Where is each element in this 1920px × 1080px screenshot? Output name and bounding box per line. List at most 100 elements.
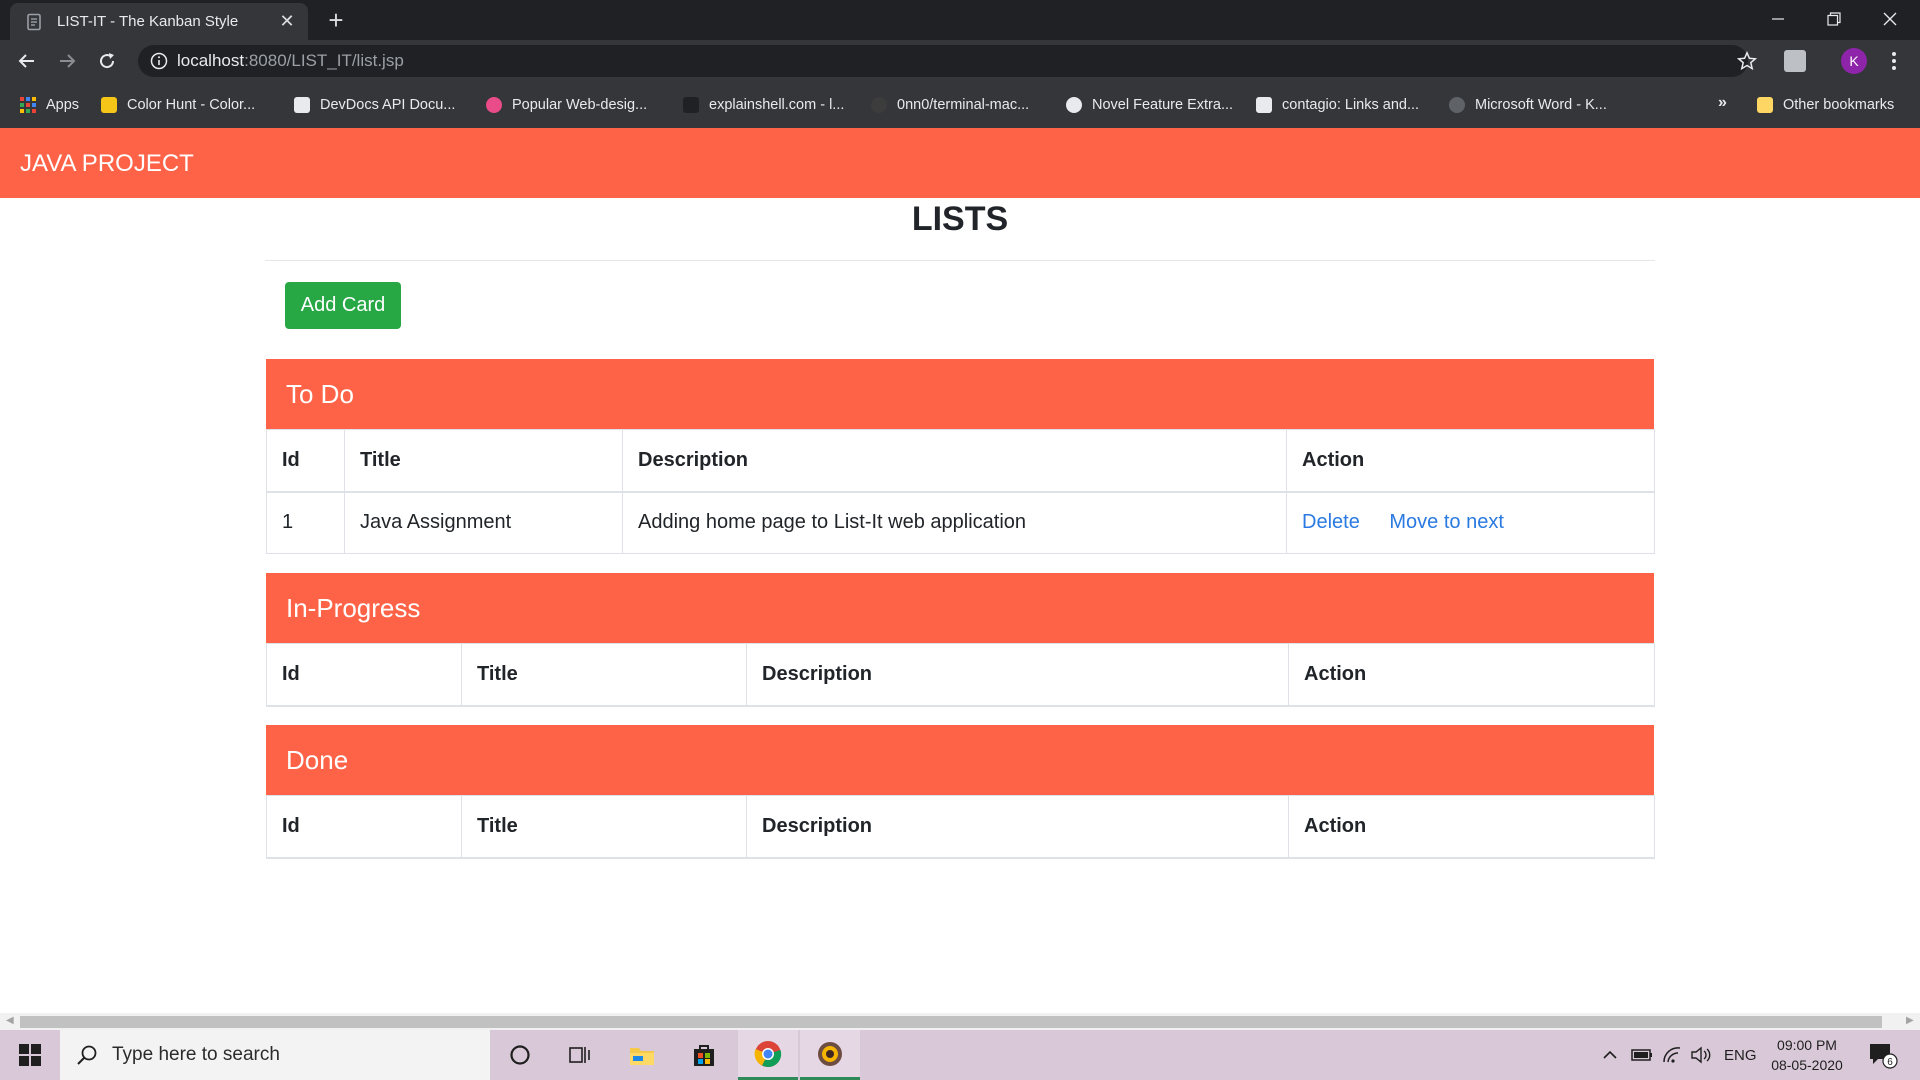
bookmark-microsoft-word[interactable]: Microsoft Word - K... [1449,94,1607,116]
forward-arrow-icon [60,54,76,68]
table-header-row: Id Title Description Action [266,795,1655,859]
speaker-icon [1691,1046,1711,1064]
delete-link[interactable]: Delete [1302,511,1360,533]
app-icon [818,1041,842,1066]
horizontal-scrollbar[interactable]: ◀ ▶ [0,1013,1920,1030]
reload-icon [100,53,115,69]
bookmark-label: Color Hunt - Color... [127,97,256,113]
brand-link[interactable]: JAVA PROJECT [20,150,194,178]
forward-button[interactable] [52,46,82,76]
devdocs-icon [294,97,310,113]
task-view-icon [569,1047,590,1063]
language-indicator[interactable]: ENG [1724,1030,1757,1080]
scrollbar-thumb[interactable] [20,1016,1882,1028]
github-icon [871,97,887,113]
column-header-title: Title [461,795,747,859]
gear-icon [1066,97,1082,113]
clock-date: 08-05-2020 [1771,1057,1843,1073]
notifications-button[interactable]: 6 [1868,1030,1898,1080]
card-id: 1 [266,491,345,554]
bookmark-color-hunt[interactable]: Color Hunt - Color... [101,94,255,116]
column-header-id: Id [266,643,462,707]
list-heading: Done [266,725,1654,795]
volume-button[interactable] [1690,1030,1712,1080]
other-bookmarks[interactable]: Other bookmarks [1757,94,1894,116]
cortana-button[interactable] [490,1030,550,1080]
column-header-title: Title [344,429,623,493]
window-close-button[interactable] [1862,0,1918,38]
search-icon [77,1045,97,1065]
more-bookmarks-button[interactable]: » [1718,94,1727,112]
move-to-next-link[interactable]: Move to next [1389,511,1504,533]
page-title: LISTS [911,200,1009,238]
bookmark-contagio[interactable]: contagio: Links and... [1256,94,1419,116]
bookmark-explainshell[interactable]: explainshell.com - l... [683,94,844,116]
bookmark-label: Microsoft Word - K... [1475,97,1607,113]
clock-time: 09:00 PM [1777,1037,1837,1053]
bookmark-star-icon[interactable] [1732,46,1762,76]
profile-avatar[interactable]: K [1841,48,1867,74]
url-text: localhost:8080/LIST_IT/list.jsp [177,51,404,71]
list-panel-todo: To Do Id Title Description Action 1 Java… [266,359,1655,554]
info-icon[interactable] [150,52,168,70]
notification-count: 6 [1887,1057,1893,1068]
column-header-action: Action [1288,643,1655,707]
store-button[interactable] [674,1030,734,1080]
show-hidden-icons-button[interactable] [1602,1030,1618,1080]
bookmark-label: Apps [46,97,80,113]
list-table: Id Title Description Action [266,795,1655,859]
network-button[interactable] [1662,1030,1682,1080]
taskbar-search-box[interactable]: Type here to search [60,1030,490,1080]
minimize-button[interactable] [1750,0,1806,38]
reload-button[interactable] [92,46,122,76]
column-header-id: Id [266,795,462,859]
table-header-row: Id Title Description Action [266,429,1655,493]
address-bar[interactable]: localhost:8080/LIST_IT/list.jsp [138,45,1748,77]
column-header-id: Id [266,429,345,493]
start-button[interactable] [0,1030,60,1080]
browser-tab[interactable]: LIST-IT - The Kanban Style ✕ [10,3,308,40]
folder-icon [1757,97,1773,113]
scroll-left-icon[interactable]: ◀ [6,1015,14,1026]
bookmark-label: 0nn0/terminal-mac... [897,97,1030,113]
list-table: Id Title Description Action [266,643,1655,707]
bookmark-popular-web-design[interactable]: Popular Web-desig... [486,94,647,116]
clock[interactable]: 09:00 PM 08-05-2020 [1762,1035,1852,1075]
browser-menu-icon[interactable] [1884,46,1904,76]
bookmark-novel-feature[interactable]: Novel Feature Extra... [1066,94,1233,116]
blogger-icon [1256,97,1272,113]
bookmark-github-terminal[interactable]: 0nn0/terminal-mac... [871,94,1029,116]
new-tab-button[interactable]: + [322,7,350,35]
column-header-description: Description [746,643,1289,707]
card-description: Adding home page to List-It web applicat… [622,491,1287,554]
divider [265,260,1655,261]
card-title: Java Assignment [344,491,623,554]
bookmark-apps[interactable]: Apps [20,94,79,116]
extension-icon[interactable] [1784,50,1806,72]
app-taskbar-button[interactable] [800,1030,860,1080]
windows-taskbar: Type here to search ENG 09:00 PM 08-05-2… [0,1030,1920,1080]
chrome-taskbar-button[interactable] [738,1030,798,1080]
explainshell-icon [683,97,699,113]
column-header-action: Action [1288,795,1655,859]
add-card-button[interactable]: Add Card [285,282,401,329]
color-hunt-icon [101,97,117,113]
restore-button[interactable] [1806,0,1862,38]
folder-icon [630,1048,654,1065]
task-view-button[interactable] [550,1030,610,1080]
bookmarks-bar: Apps Color Hunt - Color... DevDocs API D… [0,82,1920,128]
column-header-description: Description [622,429,1287,493]
close-icon[interactable]: ✕ [278,11,296,32]
battery-icon [1631,1049,1652,1061]
column-header-action: Action [1286,429,1655,493]
store-icon [694,1045,714,1066]
table-row: 1 Java Assignment Adding home page to Li… [266,491,1655,554]
url-host: localhost [177,51,245,70]
back-button[interactable] [12,46,42,76]
file-explorer-button[interactable] [612,1030,672,1080]
scroll-right-icon[interactable]: ▶ [1906,1015,1914,1026]
other-bookmarks-label: Other bookmarks [1783,97,1895,113]
bookmark-devdocs[interactable]: DevDocs API Docu... [294,94,455,116]
battery-button[interactable] [1631,1030,1653,1080]
dribbble-icon [486,97,502,113]
